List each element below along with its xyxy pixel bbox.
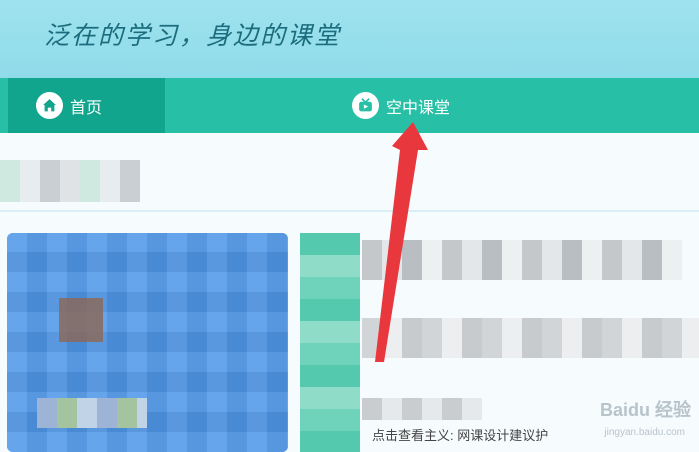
annotation-arrow-icon [375, 122, 428, 362]
watermark-sub: jingyan.baidu.com [604, 427, 685, 438]
baidu-watermark: Baidu 经验 [600, 396, 691, 422]
page: 泛在的学习，身边的课堂 首页 空中课堂 点击查看主义: 网课设计建议护 Baid… [0, 0, 699, 452]
watermark-brand: Baidu 经验 [599, 400, 691, 420]
